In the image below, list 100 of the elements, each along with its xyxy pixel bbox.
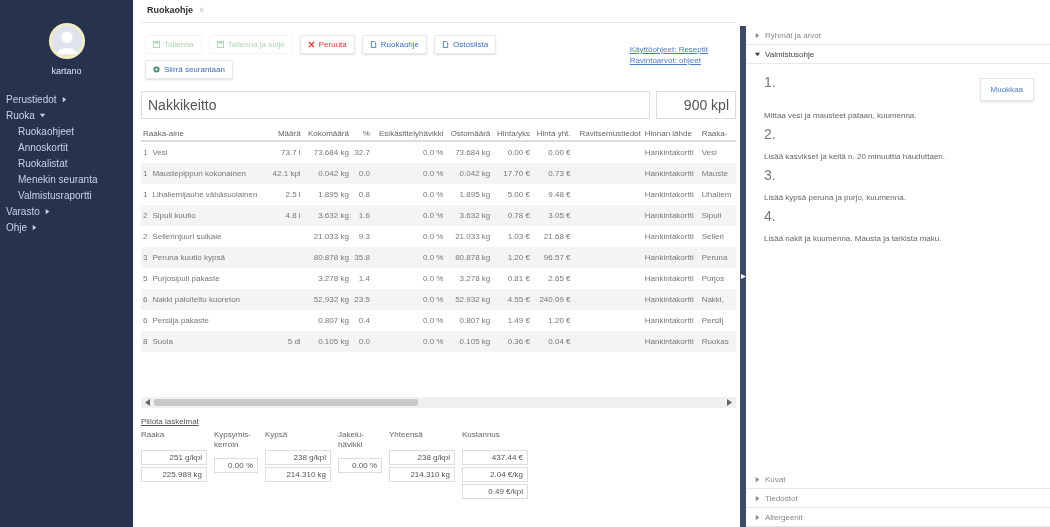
step-text: Lisää kypsä peruna ja purjo, kuumenna. — [764, 193, 907, 202]
table-cell: Hankintakortti — [644, 295, 694, 304]
help-link[interactable]: Käyttöohjeet: Reseptit — [629, 45, 708, 54]
calculation-value: 214.310 kg — [389, 467, 455, 482]
table-cell: Vesi — [701, 148, 717, 157]
table-cell: 2 Sipuli kuutio — [143, 211, 196, 220]
table-cell: 1.4 — [358, 274, 370, 283]
table-cell: Hankintakortti — [644, 169, 694, 178]
table-cell: Sipuli — [701, 211, 722, 220]
table-cell: Selleri — [701, 232, 724, 241]
table-cell: Hankintakortti — [644, 148, 694, 157]
horizontal-scrollbar[interactable] — [141, 397, 736, 408]
scroll-right-icon[interactable] — [726, 399, 732, 406]
column-header: Ostomäärä — [445, 127, 493, 141]
table-cell: 1 Lihaliemijauhe vähäsuolainen — [143, 190, 258, 199]
toolbar-button[interactable]: Siirrä seurantaan — [145, 60, 233, 79]
table-cell: 5 Purjosipuli pakaste — [143, 274, 220, 283]
table-cell: Peruna — [701, 253, 728, 262]
caret-right-icon — [754, 31, 761, 39]
calculation-value: 238 g/kpl — [389, 450, 455, 465]
table-cell: 0.0 % — [423, 316, 444, 325]
nav-item[interactable]: Varasto — [6, 206, 133, 217]
toolbar-button[interactable]: Ruokaohje — [361, 35, 428, 54]
column-header: Hinta/yks — [492, 127, 532, 141]
table-cell: 0.36 € — [507, 337, 530, 346]
close-icon — [307, 41, 315, 48]
toolbar-button[interactable]: Ostoslista — [434, 35, 497, 54]
table-cell: 23.5 — [354, 295, 370, 304]
table-cell: 0.0 — [358, 337, 370, 346]
table-cell: 0.4 — [358, 316, 370, 325]
column-header: Hinta yht. — [531, 127, 573, 141]
nav-subitem[interactable]: Menekin seuranta — [18, 174, 133, 185]
column-header: % — [350, 127, 372, 141]
calculation-value: 225.989 kg — [141, 467, 207, 482]
nav-subitem[interactable]: Ruokaohjeet — [18, 126, 133, 137]
user-name: kartano — [51, 66, 82, 76]
table-cell: 17.70 € — [503, 169, 530, 178]
calculation-value: 2.04 €/kg — [462, 467, 528, 482]
nav-subitem[interactable]: Ruokalistat — [18, 158, 133, 169]
scroll-thumb[interactable] — [154, 399, 418, 406]
table-cell: 1.6 — [358, 211, 370, 220]
quantity-field[interactable]: 900 kpl — [656, 91, 736, 119]
table-cell: Persilj — [701, 316, 724, 325]
table-cell: 0.042 kg — [459, 169, 491, 178]
nav-item[interactable]: Ruoka — [6, 110, 133, 121]
table-cell: 5 dl — [287, 337, 301, 346]
help-link[interactable]: Ravintoarvot: ohjeet — [629, 56, 708, 65]
calculation-value: 251 g/kpl — [141, 450, 207, 465]
table-cell: 52.932 kg — [455, 295, 491, 304]
table-cell: 21.68 € — [543, 232, 571, 241]
table-cell: 0.8 — [358, 190, 370, 199]
table-cell: 0.04 € — [548, 337, 571, 346]
edit-button[interactable]: Muokkaa — [979, 78, 1034, 101]
table-cell: 6 Nakki paloiteltu kuoreton — [143, 295, 241, 304]
table-cell: 0.0 % — [423, 253, 444, 262]
caret-down-icon — [38, 112, 46, 119]
table-cell: 8 Suola — [143, 337, 173, 346]
table-cell: 9.48 € — [548, 190, 571, 199]
calculation-label: Kypsä — [265, 430, 289, 441]
table-cell: Nakki, — [701, 295, 724, 304]
scroll-left-icon[interactable] — [145, 399, 151, 406]
nav-item[interactable]: Ohje — [6, 222, 133, 233]
calculation-value: 437.44 € — [462, 450, 528, 465]
table-cell: Lihaliem — [701, 190, 732, 199]
table-cell: 3.278 kg — [318, 274, 349, 283]
table-cell: Hankintakortti — [644, 337, 694, 346]
table-cell: 0.042 kg — [318, 169, 349, 178]
nav-item[interactable]: Perustiedot — [6, 94, 133, 105]
table-cell: 0.105 kg — [459, 337, 491, 346]
calculation-value: 0.49 €/kpl — [462, 484, 528, 499]
table-cell: Hankintakortti — [644, 253, 694, 262]
toolbar-button[interactable]: Peruuta — [299, 35, 355, 54]
table-cell: 96.57 € — [543, 253, 571, 262]
column-header: Määrä — [268, 127, 303, 141]
calculation-value: 0.00 % — [338, 458, 382, 473]
table-cell: 0.105 kg — [318, 337, 349, 346]
caret-right-icon — [754, 494, 761, 502]
table-cell: Hankintakortti — [644, 211, 694, 220]
nav-subitem[interactable]: Valmistusraportti — [18, 190, 133, 201]
table-cell: 4.55 € — [507, 295, 530, 304]
column-header: Ravitsemustiedot — [572, 127, 643, 141]
caret-right-icon — [60, 96, 68, 103]
table-cell: Hankintakortti — [644, 274, 694, 283]
column-header: Raaka- — [699, 127, 736, 141]
step-number: 2. — [764, 126, 776, 142]
table-cell: 0.78 € — [507, 211, 530, 220]
calculation-value: 214.310 kg — [265, 467, 331, 482]
step-number: 3. — [764, 167, 776, 183]
hide-calculations-link[interactable]: Piilota laskelmat — [141, 417, 199, 426]
recipe-name-field[interactable]: Nakkikeitto — [141, 91, 650, 119]
column-header: Raaka-aine — [141, 127, 269, 141]
table-cell: 0.0 % — [423, 148, 444, 157]
plus-circle-icon — [153, 66, 160, 73]
table-cell: 3.632 kg — [318, 211, 349, 220]
table-cell: 6 Persilja pakaste — [143, 316, 209, 325]
splitter-handle-icon[interactable] — [740, 274, 746, 279]
avatar-icon — [47, 22, 86, 60]
table-cell: 0.0 — [358, 169, 370, 178]
nav-subitem[interactable]: Annoskortit — [18, 142, 133, 153]
table-cell: 0.81 € — [507, 274, 530, 283]
